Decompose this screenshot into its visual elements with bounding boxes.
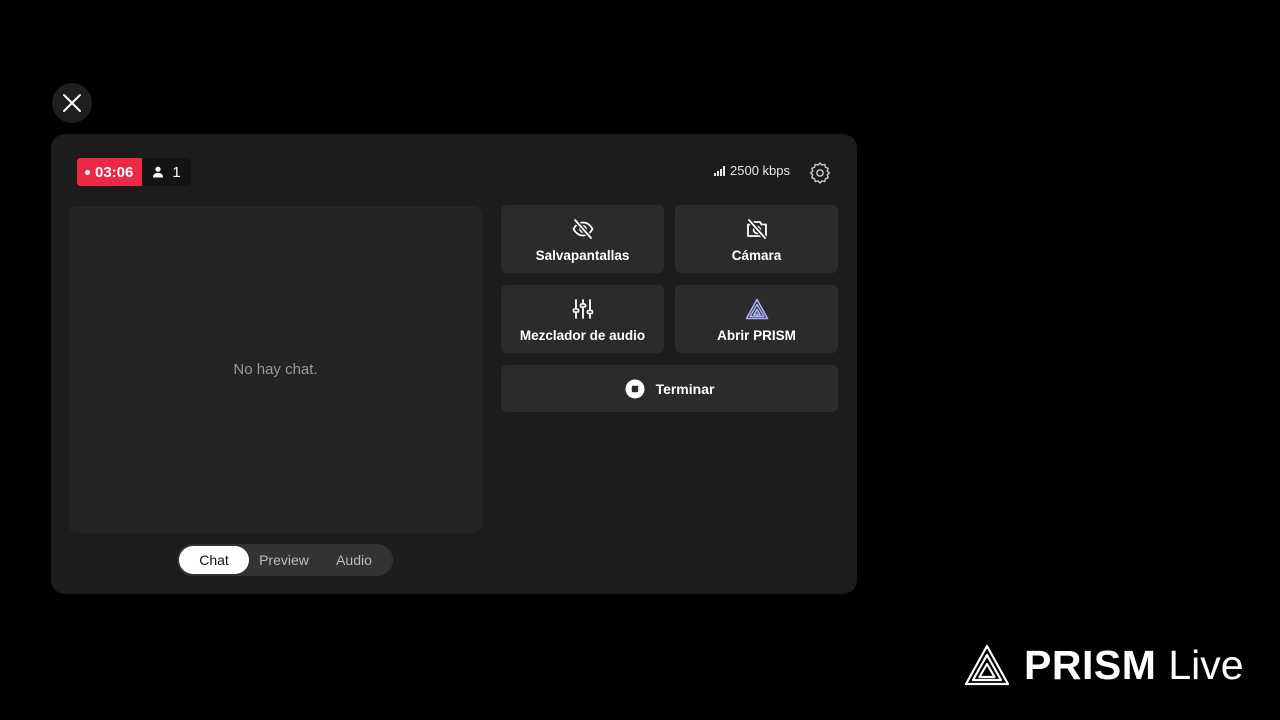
chat-empty-message: No hay chat. xyxy=(233,361,318,378)
camera-off-icon xyxy=(746,218,767,239)
prism-logo-icon xyxy=(964,644,1010,686)
prism-logo-icon xyxy=(745,298,768,319)
stream-status: 03:06 1 xyxy=(77,158,191,186)
viewer-count: 1 xyxy=(172,163,181,181)
end-stream-button[interactable]: Terminar xyxy=(501,365,838,412)
tab-chat[interactable]: Chat xyxy=(179,546,249,574)
signal-icon xyxy=(714,165,725,176)
elapsed-time: 03:06 xyxy=(95,163,134,181)
brand-name: PRISM xyxy=(1024,641,1157,688)
tab-preview[interactable]: Preview xyxy=(249,546,319,574)
close-button[interactable] xyxy=(52,83,92,123)
view-tabs: Chat Preview Audio xyxy=(177,544,393,576)
audio-mixer-button[interactable]: Mezclador de audio xyxy=(501,285,664,353)
bitrate-indicator: 2500 kbps xyxy=(714,163,790,178)
brand-suffix: Live xyxy=(1168,641,1244,688)
gear-icon xyxy=(809,162,831,184)
viewer-count-badge: 1 xyxy=(142,158,191,186)
eye-off-icon xyxy=(571,218,594,239)
sliders-icon xyxy=(572,298,593,319)
live-timer-badge: 03:06 xyxy=(77,158,143,186)
chat-area: No hay chat. xyxy=(69,206,482,533)
open-prism-label: Abrir PRISM xyxy=(717,327,796,343)
stop-icon xyxy=(625,379,645,398)
tab-audio[interactable]: Audio xyxy=(319,546,389,574)
screensaver-button[interactable]: Salvapantallas xyxy=(501,205,664,273)
open-prism-button[interactable]: Abrir PRISM xyxy=(675,285,838,353)
person-icon xyxy=(153,166,164,178)
bitrate-value: 2500 kbps xyxy=(730,163,790,178)
audio-mixer-label: Mezclador de audio xyxy=(519,327,646,343)
end-stream-label: Terminar xyxy=(655,380,715,397)
close-icon xyxy=(63,94,81,112)
prism-live-watermark: PRISM Live xyxy=(964,640,1244,690)
screensaver-label: Salvapantallas xyxy=(535,247,630,263)
camera-button[interactable]: Cámara xyxy=(675,205,838,273)
live-control-panel: 03:06 1 2500 kbps No hay chat. Chat Prev… xyxy=(51,134,857,594)
live-dot-icon xyxy=(85,169,90,175)
camera-label: Cámara xyxy=(731,247,782,263)
settings-button[interactable] xyxy=(808,161,832,185)
